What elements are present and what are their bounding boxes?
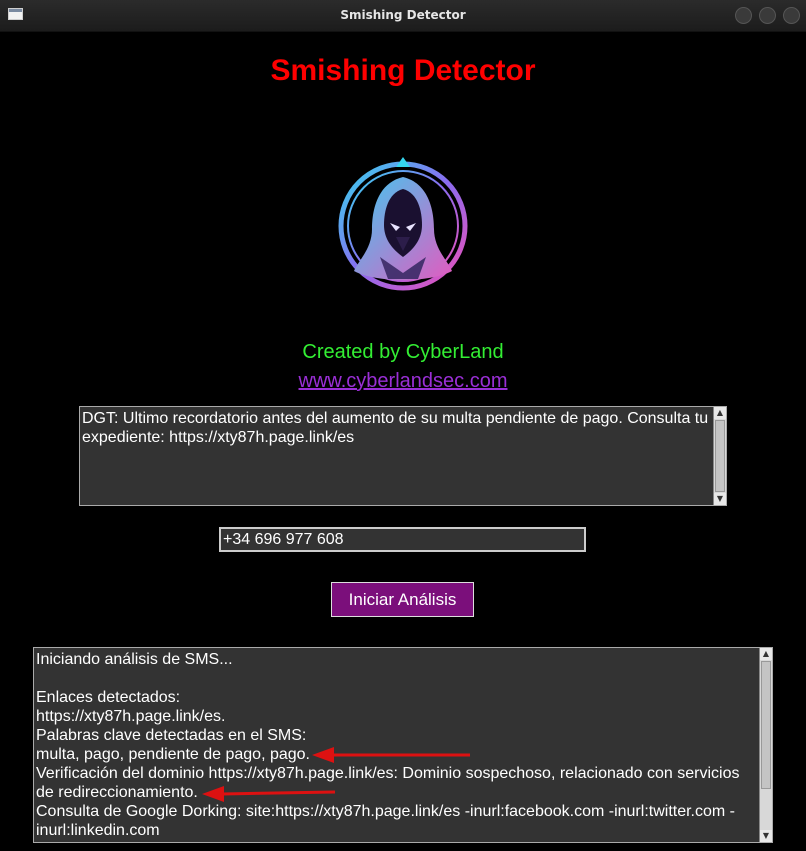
result-line: https://xty87h.page.link/es. (36, 708, 226, 725)
annotation-arrow-icon (202, 786, 336, 802)
sms-scroll-thumb[interactable] (715, 420, 725, 492)
scroll-up-icon[interactable]: ▲ (760, 648, 772, 660)
results-scrollbar[interactable]: ▲ ▼ (759, 648, 772, 842)
window-title: Smishing Detector (340, 8, 466, 22)
created-by-label: Created by CyberLand (302, 341, 504, 363)
scroll-down-icon[interactable]: ▼ (760, 830, 772, 842)
start-analysis-button[interactable]: Iniciar Análisis (331, 582, 474, 617)
sms-text[interactable]: DGT: Ultimo recordatorio antes del aumen… (80, 407, 712, 505)
results-scroll-thumb[interactable] (761, 661, 771, 789)
minimize-button[interactable] (735, 7, 752, 24)
result-line: Consulta de Google Dorking: site:https:/… (36, 803, 735, 839)
window-titlebar: Smishing Detector (0, 0, 806, 32)
result-line: Verificación del dominio https://xty87h.… (36, 765, 740, 801)
sms-scrollbar[interactable]: ▲ ▼ (713, 407, 726, 505)
scroll-up-icon[interactable]: ▲ (714, 407, 726, 419)
annotation-arrow-icon (312, 747, 470, 763)
scroll-down-icon[interactable]: ▼ (714, 493, 726, 505)
website-link[interactable]: www.cyberlandsec.com (0, 370, 806, 393)
close-button[interactable] (783, 7, 800, 24)
result-line (36, 669, 756, 688)
sms-textarea[interactable]: DGT: Ultimo recordatorio antes del aumen… (79, 406, 727, 506)
maximize-button[interactable] (759, 7, 776, 24)
phone-number-input[interactable]: +34 696 977 608 (219, 527, 586, 552)
page-title: Smishing Detector (270, 54, 536, 87)
result-line: Palabras clave detectadas en el SMS: (36, 727, 307, 744)
result-line: Enlaces detectados: (36, 689, 181, 706)
result-line: Iniciando análisis de SMS... (36, 651, 233, 668)
hooded-figure-logo-icon (338, 157, 468, 291)
